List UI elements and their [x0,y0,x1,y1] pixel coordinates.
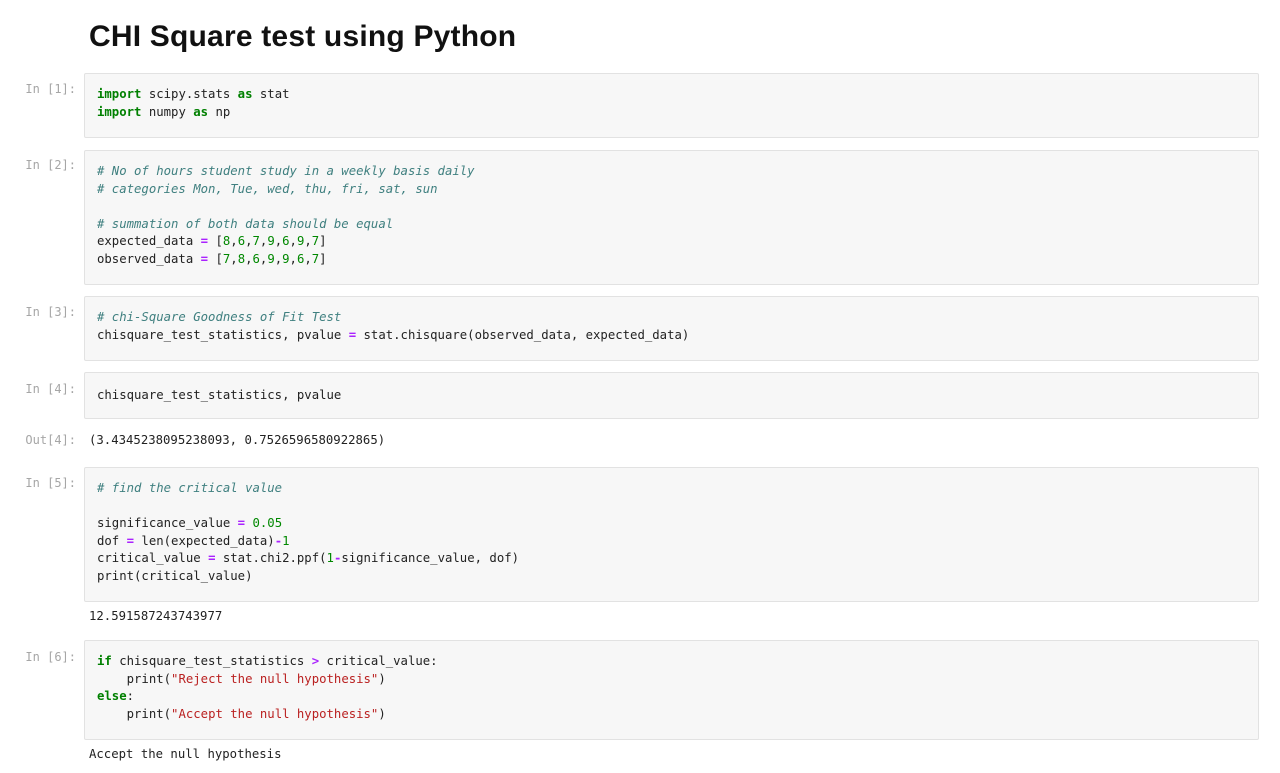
code-text: significance_value, dof) [341,551,520,566]
code-cell-3-source[interactable]: # chi-Square Goodness of Fit Test chisqu… [85,297,1258,344]
bracket: [ [215,234,223,249]
comma: , [245,234,253,249]
number: 9 [267,234,275,249]
code-cell-5[interactable]: # find the critical value significance_v… [84,467,1259,602]
code-cell-5-source[interactable]: # find the critical value significance_v… [85,468,1258,586]
code-text: print( [97,706,172,721]
code-text: dof [97,533,127,548]
code-comment: # find the critical value [97,481,283,495]
keyword: as [237,87,253,101]
code-text: print(critical_value) [97,568,253,583]
cell-4-prompt: In [4]: [25,382,76,396]
number: 6 [252,251,260,266]
cell-1-prompt: In [1]: [25,82,76,96]
keyword: import [97,104,142,119]
code-text: stat.chi2.ppf( [215,551,327,566]
code-text: stat.chisquare(observed_data, expected_d… [356,327,690,342]
cell-6-output: Accept the null hypothesis [89,747,282,761]
number: 6 [282,234,290,249]
assign-operator: = [200,251,209,266]
code-text: critical_value: [319,654,438,668]
bracket: ] [319,234,327,249]
code-cell-1[interactable]: import scipy.stats as stat import numpy … [84,73,1259,138]
code-text: critical_value [97,551,209,566]
code-comment: # chi-Square Goodness of Fit Test [97,310,342,324]
string-literal: "Reject the null hypothesis" [171,671,379,686]
comma: , [304,251,312,266]
number: 9 [282,251,290,266]
assign-operator: = [126,533,135,548]
assign-operator: = [237,516,246,531]
variable-name: observed_data [97,251,194,266]
number: 8 [237,251,246,266]
minus-operator: - [274,533,283,548]
comma: , [230,251,238,266]
cell-5-prompt: In [5]: [25,476,76,490]
code-text: chisquare_test_statistics [111,654,312,668]
cell-2-prompt: In [2]: [25,158,76,172]
code-text: numpy [141,104,194,119]
code-comment: # No of hours student study in a weekly … [97,164,475,178]
cell-3-prompt: In [3]: [25,305,76,319]
number: 7 [252,234,260,249]
number: 1 [326,551,334,566]
code-text: significance_value [97,516,238,531]
comma: , [289,251,297,266]
assign-operator: = [348,327,357,342]
code-cell-3[interactable]: # chi-Square Goodness of Fit Test chisqu… [84,296,1259,361]
comma: , [274,251,283,266]
comma: , [230,234,238,249]
code-text: ) [378,706,386,721]
cell-4-out-prompt: Out[4]: [25,433,76,447]
code-text: : [126,689,135,704]
code-text: stat [252,87,290,101]
code-cell-2[interactable]: # No of hours student study in a weekly … [84,150,1259,285]
code-comment: # categories Mon, Tue, wed, thu, fri, sa… [97,181,438,196]
comma: , [289,234,297,249]
code-cell-6-source[interactable]: if chisquare_test_statistics > critical_… [85,641,1258,723]
keyword: import [97,87,142,101]
code-text: chisquare_test_statistics, pvalue [97,327,349,342]
code-cell-2-source[interactable]: # No of hours student study in a weekly … [85,151,1258,269]
string-literal: "Accept the null hypothesis" [171,706,379,721]
keyword: as [193,104,209,119]
keyword: else [97,689,127,704]
bracket: [ [215,251,223,266]
code-text: np [208,104,231,119]
code-text: ) [378,671,386,686]
number: 0.05 [252,516,283,531]
comma: , [245,251,253,266]
cell-4-output: (3.4345238095238093, 0.7526596580922865) [89,433,386,447]
code-cell-4-source[interactable]: chisquare_test_statistics, pvalue [85,373,1258,405]
code-cell-4[interactable]: chisquare_test_statistics, pvalue [84,372,1259,419]
bracket: ] [319,251,327,266]
code-text: print( [97,671,172,686]
variable-name: expected_data [97,234,194,249]
code-cell-6[interactable]: if chisquare_test_statistics > critical_… [84,640,1259,740]
code-text: scipy.stats [141,87,238,101]
cell-6-prompt: In [6]: [25,650,76,664]
comma: , [274,234,283,249]
number: 1 [282,533,290,548]
notebook-title: CHI Square test using Python [89,20,517,53]
keyword: if [97,654,112,668]
code-cell-1-source[interactable]: import scipy.stats as stat import numpy … [85,74,1258,121]
number: 9 [267,251,275,266]
code-text: chisquare_test_statistics, pvalue [97,388,342,402]
comma: , [304,234,312,249]
cell-5-output: 12.591587243743977 [89,609,223,623]
code-comment: # summation of both data should be equal [97,216,394,231]
number: 6 [237,234,246,249]
code-text: len(expected_data) [134,533,275,548]
assign-operator: = [200,234,209,249]
compare-operator: > [311,654,320,668]
